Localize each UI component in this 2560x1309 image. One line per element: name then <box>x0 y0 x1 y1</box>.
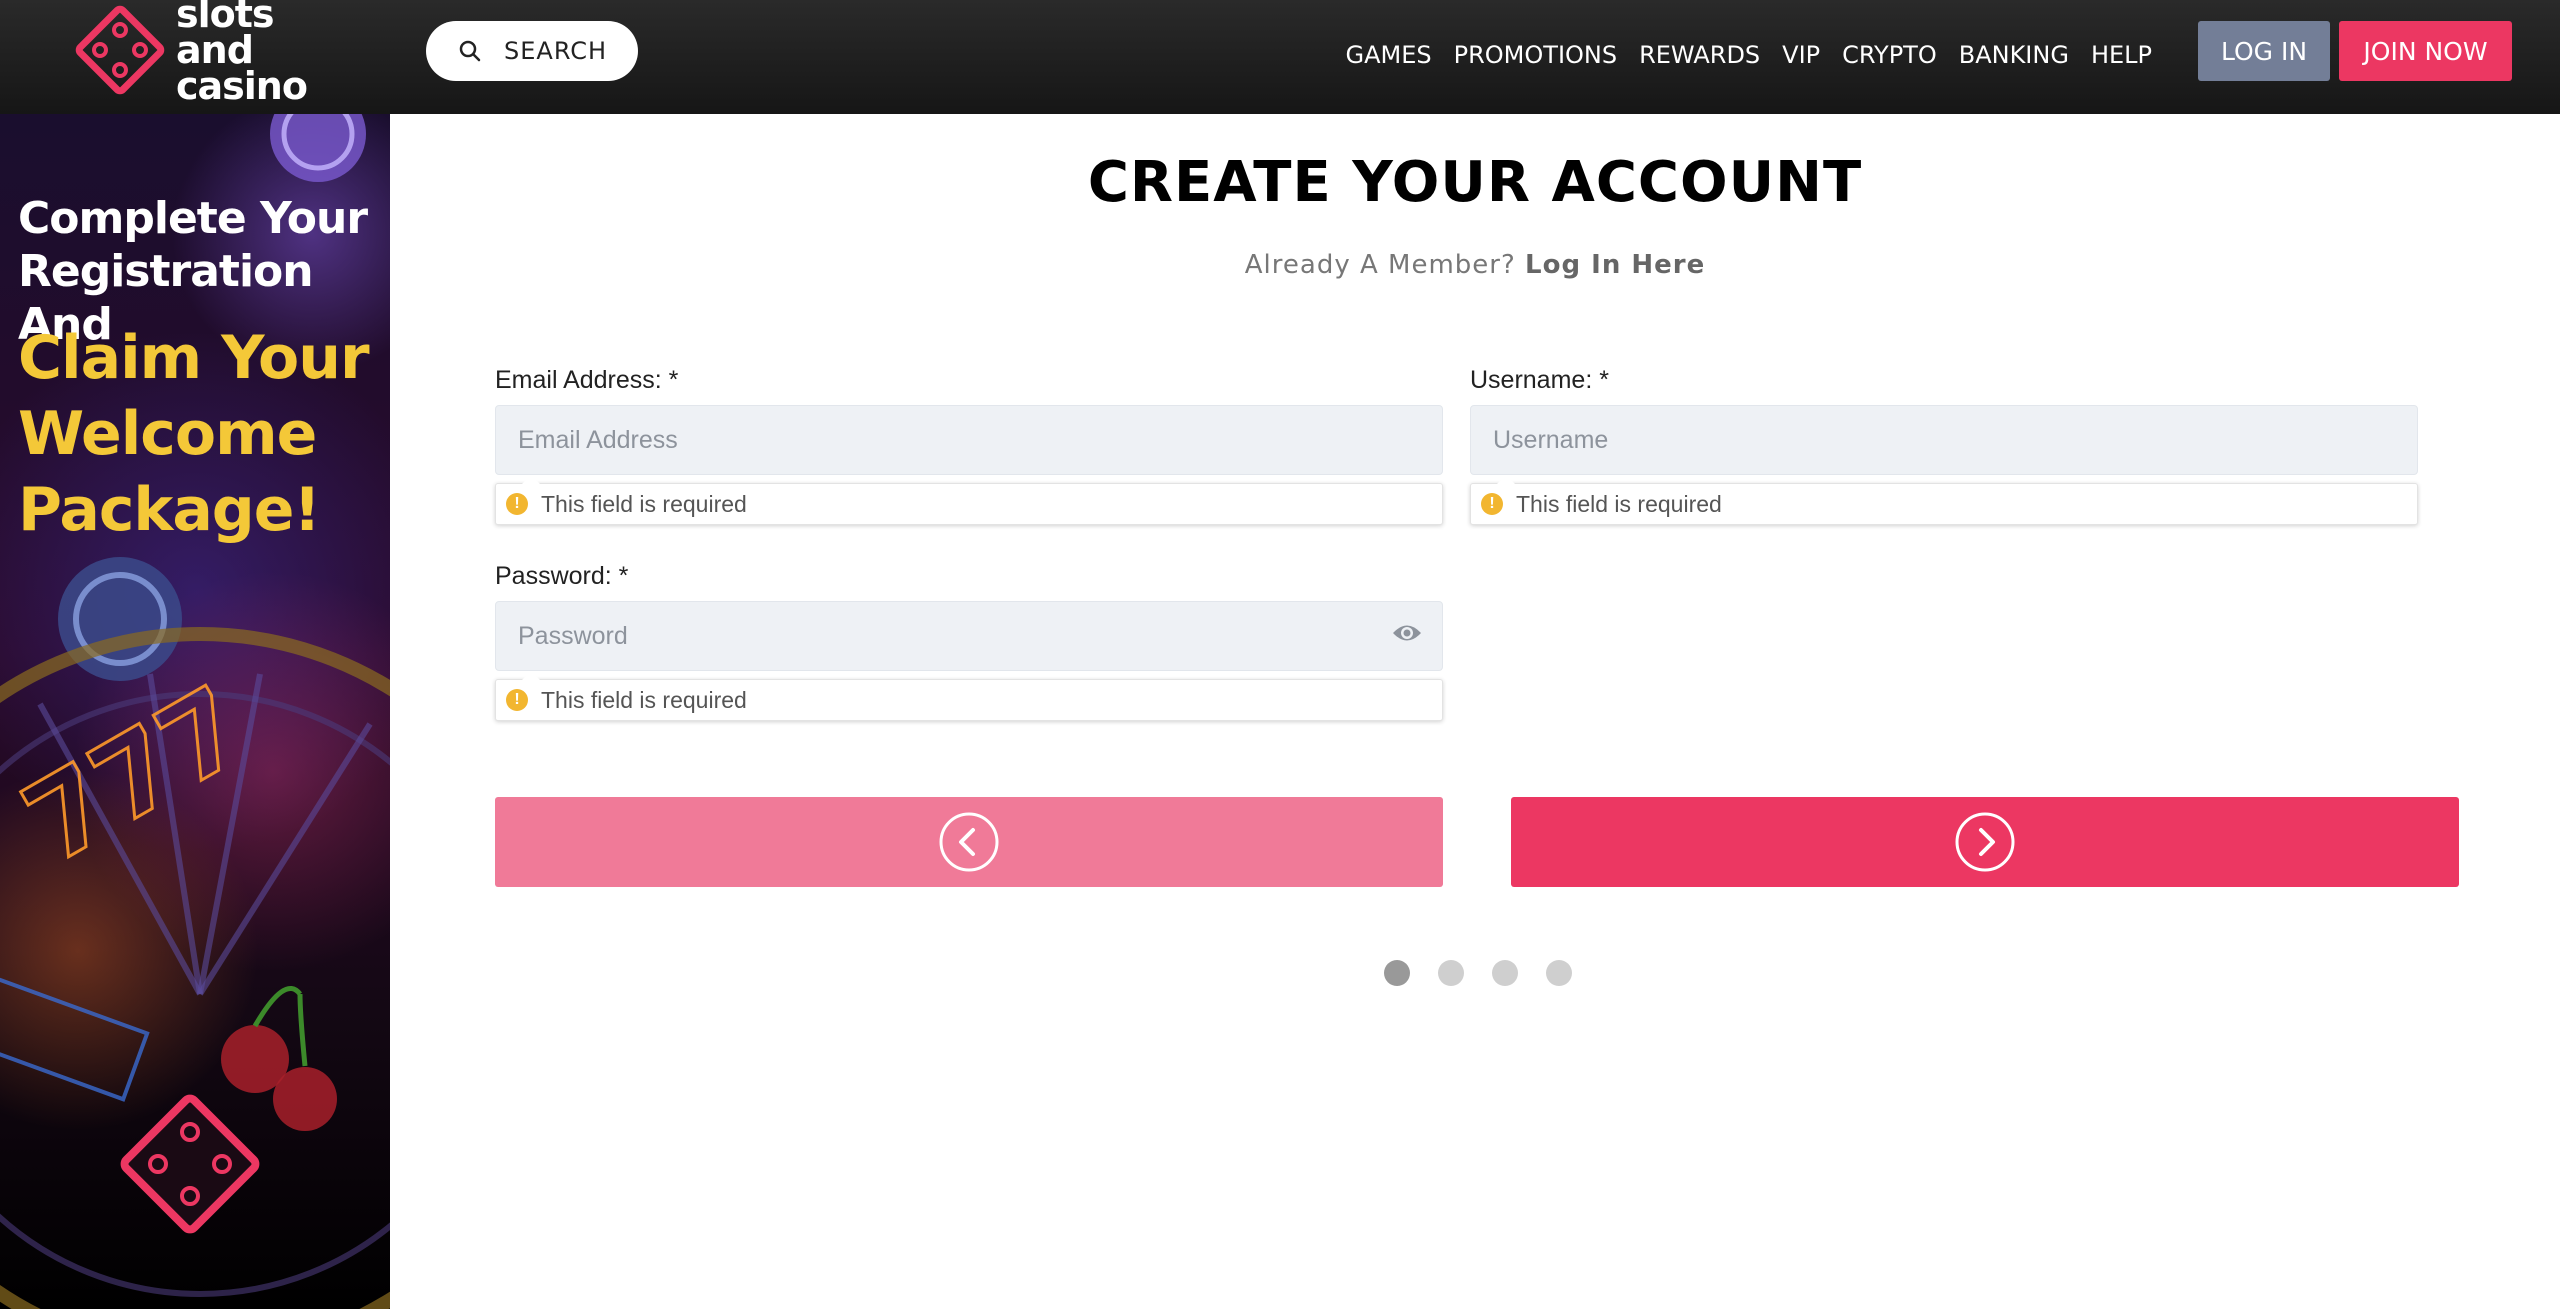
email-field-wrapper <box>495 405 1443 475</box>
password-error: ! This field is required <box>495 671 1443 721</box>
warning-icon: ! <box>506 493 528 515</box>
username-error: ! This field is required <box>1470 475 2418 525</box>
logo-word-casino: casino <box>176 64 308 108</box>
step-dot <box>1438 960 1464 986</box>
warning-icon: ! <box>1481 493 1503 515</box>
join-now-button[interactable]: JOIN NOW <box>2339 21 2512 81</box>
search-icon <box>459 40 481 62</box>
warning-icon: ! <box>506 689 528 711</box>
logo-text: slots and casino <box>176 0 308 108</box>
username-label: Username: * <box>1470 366 1609 394</box>
password-field[interactable] <box>516 620 1442 652</box>
logo-word-and: and <box>176 28 254 72</box>
chevron-right-icon <box>1955 812 2015 872</box>
eye-icon[interactable] <box>1392 622 1422 644</box>
search-button[interactable]: SEARCH <box>426 21 638 81</box>
password-field-wrapper <box>495 601 1443 671</box>
nav-crypto[interactable]: CRYPTO <box>1842 41 1937 69</box>
main-nav: GAMES PROMOTIONS REWARDS VIP CRYPTO BANK… <box>1346 0 2152 110</box>
previous-step-button[interactable] <box>495 797 1443 887</box>
password-error-text: This field is required <box>541 686 747 713</box>
nav-banking[interactable]: BANKING <box>1959 41 2069 69</box>
login-here-link[interactable]: Log In Here <box>1525 250 1705 280</box>
username-field-wrapper <box>1470 405 2418 475</box>
username-error-text: This field is required <box>1516 490 1722 517</box>
nav-vip[interactable]: VIP <box>1782 41 1820 69</box>
dice-logo-icon <box>75 5 165 95</box>
nav-help[interactable]: HELP <box>2091 41 2152 69</box>
member-prompt: Already A Member? Log In Here <box>390 250 2560 280</box>
email-field[interactable] <box>516 424 1442 456</box>
nav-rewards[interactable]: REWARDS <box>1639 41 1760 69</box>
username-field[interactable] <box>1491 424 2417 456</box>
email-label: Email Address: * <box>495 366 679 394</box>
step-dot <box>1384 960 1410 986</box>
chevron-left-icon <box>939 812 999 872</box>
promo-offer: Claim Your Welcome Package! <box>18 323 370 545</box>
site-logo[interactable]: slots and casino <box>70 0 330 110</box>
member-prompt-text: Already A Member? <box>1244 250 1516 280</box>
step-dot <box>1546 960 1572 986</box>
nav-games[interactable]: GAMES <box>1346 41 1432 69</box>
password-label: Password: * <box>495 562 629 590</box>
email-error: ! This field is required <box>495 475 1443 525</box>
promo-banner: 777 Complete Your Registration And Claim… <box>0 114 390 1309</box>
search-label: SEARCH <box>504 37 608 65</box>
next-step-button[interactable] <box>1511 797 2459 887</box>
step-dot <box>1492 960 1518 986</box>
login-button[interactable]: LOG IN <box>2198 21 2330 81</box>
site-header: slots and casino SEARCH GAMES PROMOTIONS… <box>0 0 2560 114</box>
page-title: CREATE YOUR ACCOUNT <box>1087 150 1863 215</box>
nav-promotions[interactable]: PROMOTIONS <box>1454 41 1617 69</box>
step-indicator <box>1384 960 1572 986</box>
email-error-text: This field is required <box>541 490 747 517</box>
